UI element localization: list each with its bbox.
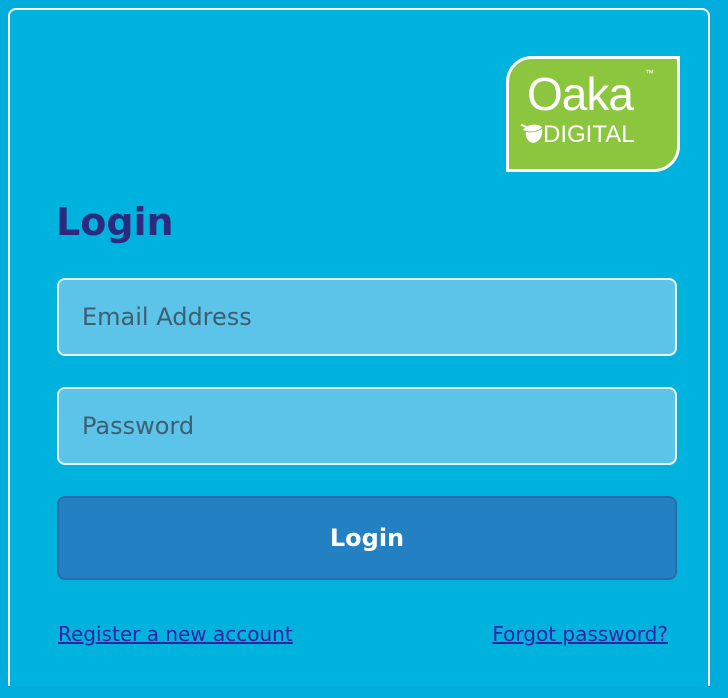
login-button[interactable]: Login [57,496,677,580]
login-card: Oaka ™ DIGITAL Login Login Register a ne… [8,8,710,686]
page: Oaka ™ DIGITAL Login Login Register a ne… [0,0,728,698]
register-link[interactable]: Register a new account [58,621,293,647]
logo-trademark: ™ [645,68,654,78]
email-field[interactable] [57,278,677,356]
oaka-digital-logo: Oaka ™ DIGITAL [506,56,680,172]
forgot-password-link[interactable]: Forgot password? [492,621,668,647]
password-field[interactable] [57,387,677,465]
logo-wordmark: Oaka [527,68,634,120]
page-title: Login [56,200,174,244]
logo-subtext: DIGITAL [543,121,635,148]
acorn-icon [521,124,543,143]
